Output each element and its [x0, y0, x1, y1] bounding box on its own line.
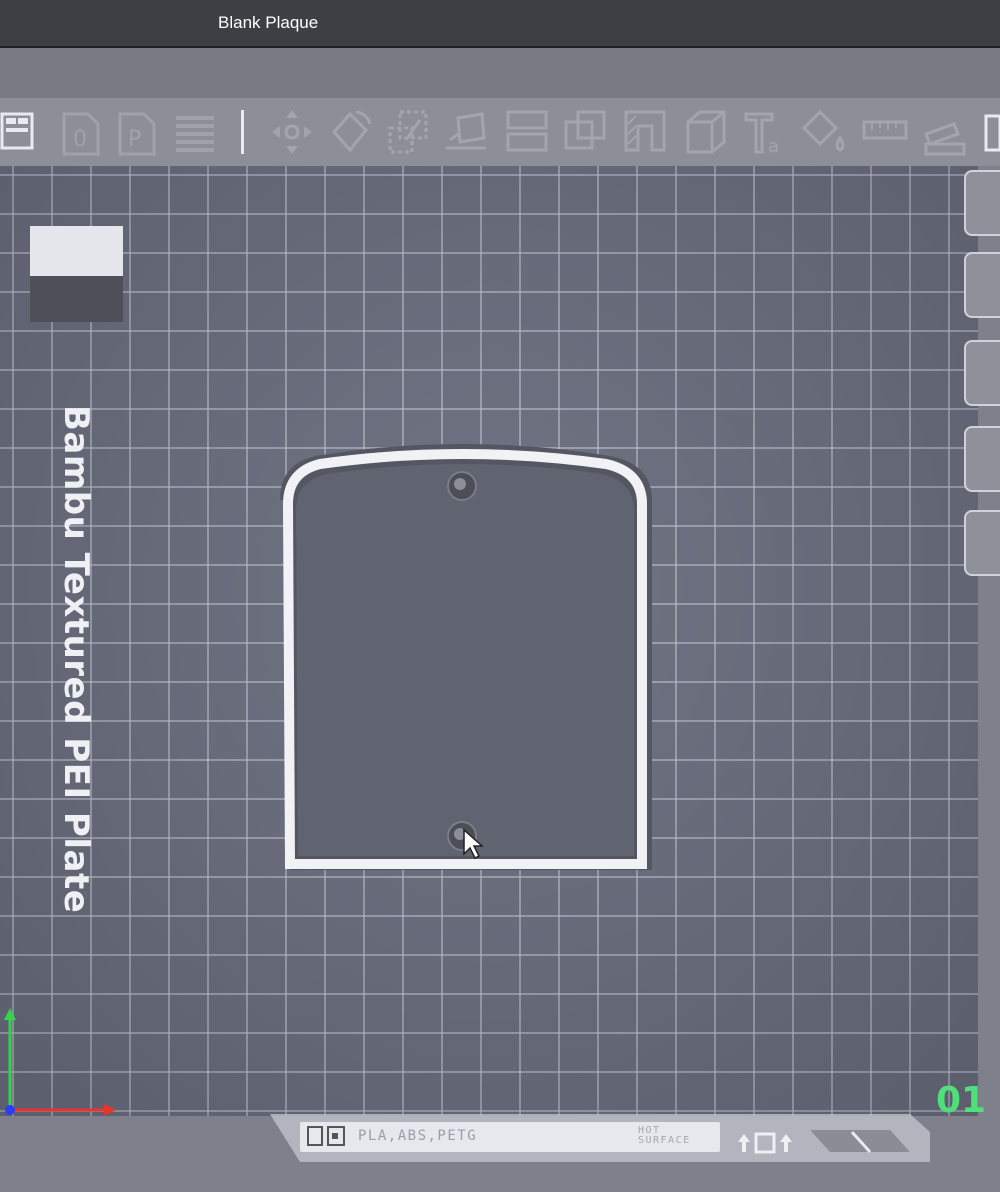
window-title: Blank Plaque	[218, 13, 319, 32]
plate-arrange-icons[interactable]	[736, 1130, 796, 1156]
plate-type-label: Bambu Textured PEI Plate	[56, 405, 96, 914]
axis-gizmo	[0, 1000, 130, 1125]
svg-text:a: a	[768, 136, 779, 157]
filament-types: PLA,ABS,PETG	[358, 1128, 478, 1144]
cut-icon[interactable]	[504, 104, 552, 160]
filament-swatch-dark	[30, 276, 123, 322]
side-button-2[interactable]	[964, 252, 1000, 318]
add-plate-icon[interactable]: P	[114, 104, 162, 160]
plate-icons	[307, 1126, 345, 1146]
measure-icon[interactable]	[860, 104, 908, 160]
boolean-icon[interactable]	[562, 104, 610, 160]
add-object-icon[interactable]: 0	[58, 104, 106, 160]
layout-icon[interactable]	[0, 104, 48, 160]
text-icon[interactable]: a	[742, 104, 790, 160]
list-icon[interactable]	[172, 104, 220, 160]
rotate-icon[interactable]	[326, 104, 374, 160]
right-panel	[964, 166, 1000, 606]
side-button-3[interactable]	[964, 340, 1000, 406]
title-bar: Blank Plaque	[0, 0, 1000, 48]
plate-number[interactable]: 01	[936, 1080, 986, 1121]
color-paint-icon[interactable]	[800, 104, 848, 160]
support-paint-icon[interactable]	[622, 104, 670, 160]
filament-swatch-white	[30, 226, 123, 276]
assembly-icon[interactable]	[920, 104, 968, 160]
cube-icon[interactable]	[682, 104, 730, 160]
move-icon[interactable]	[268, 104, 316, 160]
scale-icon[interactable]	[384, 104, 432, 160]
more-tools-icon[interactable]	[982, 104, 1000, 160]
plaque-model[interactable]	[272, 440, 662, 880]
svg-text:0: 0	[73, 127, 87, 152]
menu-band	[0, 48, 1000, 98]
lay-on-face-icon[interactable]	[442, 104, 490, 160]
side-button-1[interactable]	[964, 170, 1000, 236]
hot-surface-warning: HOT SURFACE	[638, 1125, 691, 1146]
side-lock-button[interactable]	[964, 426, 1000, 492]
svg-text:P: P	[128, 127, 141, 152]
toolbar-separator	[236, 104, 248, 160]
side-hex-button[interactable]	[964, 510, 1000, 576]
filament-info-box: PLA,ABS,PETG HOT SURFACE	[300, 1122, 720, 1152]
